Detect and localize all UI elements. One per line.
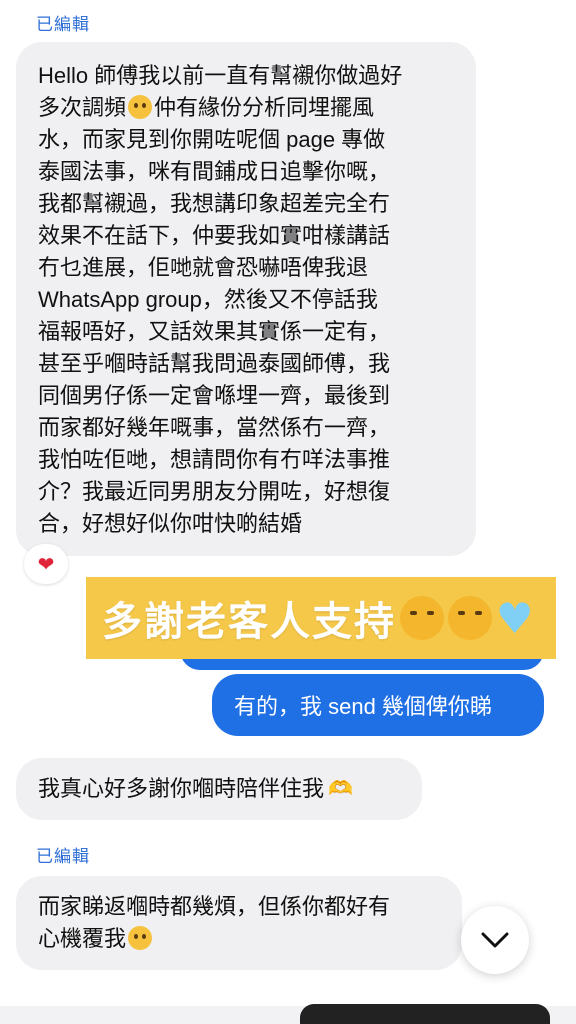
edited-label: 已編輯: [36, 847, 90, 866]
message-line: 甚至乎嗰時話幫我問過泰國師傅，我: [38, 351, 391, 376]
heart-reaction[interactable]: ❤: [24, 544, 68, 584]
message-line: 冇乜進展，佢哋就會恐嚇唔俾我退: [38, 255, 369, 280]
outgoing-message-bubble[interactable]: 有的，我 send 幾個俾你睇: [212, 674, 544, 736]
heart-icon: ❤: [37, 553, 55, 576]
heart-hands-icon: 🫶: [328, 778, 353, 800]
message-line: 水，而家見到你開咗呢個 page 專做: [38, 127, 386, 152]
message-line: 合，好想好似你咁快啲結婚: [38, 511, 303, 536]
bottom-media-preview: [300, 1004, 550, 1024]
incoming-message-bubble[interactable]: 而家睇返嗰時都幾煩，但係你都好有 心機覆我: [16, 876, 462, 970]
pleading-face-icon: [128, 95, 153, 119]
blue-heart-icon: ♥: [496, 593, 536, 643]
message-line: Hello 師傅我以前一直有幫襯你做過好: [38, 63, 403, 88]
chevron-down-icon: [481, 932, 509, 948]
incoming-message-bubble[interactable]: Hello 師傅我以前一直有幫襯你做過好 多次調頻 仲有緣份分析同埋擺風 水，而家…: [16, 42, 476, 556]
message-line: 而家都好幾年嘅事，當然係冇一齊，: [38, 415, 391, 440]
scroll-to-bottom-button[interactable]: [461, 906, 529, 974]
message-text: 我真心好多謝你嗰時陪伴住我: [38, 776, 325, 801]
incoming-message-bubble[interactable]: 我真心好多謝你嗰時陪伴住我 🫶: [16, 758, 422, 820]
message-line: 同個男仔係一定會喺埋一齊，最後到: [38, 383, 391, 408]
kissing-face-icon: [400, 596, 444, 640]
kissing-face-closed-eyes-icon: [448, 596, 492, 640]
rolling-laughing-face-icon: [128, 926, 153, 950]
message-line: 而家睇返嗰時都幾煩，但係你都好有: [38, 894, 391, 919]
message-line: 福報唔好，又話效果其實係一定有，: [38, 319, 391, 344]
message-line: 我都幫襯過，我想講印象超差完全冇: [38, 191, 391, 216]
message-line: 多次調頻 仲有緣份分析同埋擺風: [38, 95, 375, 120]
message-line: 泰國法事，咪有間鋪成日追擊你嘅，: [38, 159, 391, 184]
overlay-banner: 多謝老客人支持 ♥: [86, 577, 556, 659]
banner-text: 多謝老客人支持: [102, 599, 396, 645]
message-line: WhatsApp group，然後又不停話我: [38, 287, 378, 312]
message-line: 介？我最近同男朋友分開咗，好想復: [38, 479, 391, 504]
message-line: 效果不在話下，仲要我如實咁樣講話: [38, 223, 391, 248]
message-line: 心機覆我: [38, 923, 440, 955]
edited-label: 已編輯: [36, 15, 90, 34]
message-text: 有的，我 send 幾個俾你睇: [234, 694, 492, 719]
message-line: 我怕咗佢哋，想請問你有冇咩法事推: [38, 447, 391, 472]
